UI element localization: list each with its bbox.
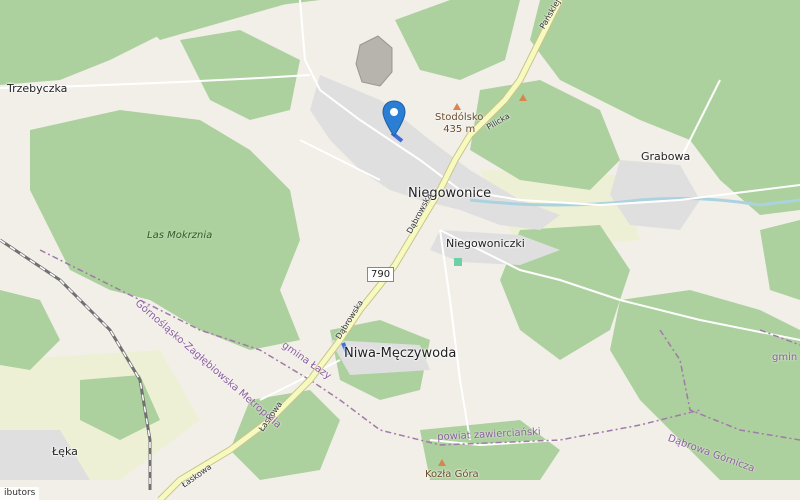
forest-label-las-mokrznia: Las Mokrznia: [147, 230, 213, 241]
place-label-niwa-meczywoda: Niwa-Męczywoda: [344, 346, 457, 361]
map-view[interactable]: Trzebyczka Niegowonice Niegowoniczki Gra…: [0, 0, 800, 500]
peak-label-stodolsko: Stodólsko 435 m: [435, 112, 483, 136]
peak-label-kozla-gora: Kozła Góra: [425, 469, 479, 480]
admin-label-gmina-edge: gmin: [772, 352, 798, 363]
peak-name: Stodólsko: [435, 112, 484, 123]
map-pin-icon[interactable]: [381, 100, 407, 138]
place-label-grabowa: Grabowa: [641, 150, 691, 163]
place-label-niegowonice: Niegowonice: [408, 186, 492, 201]
pond: [454, 258, 462, 266]
map-base[interactable]: [0, 0, 800, 500]
peak-elevation: 435 m: [443, 124, 476, 135]
route-shield-790: 790: [367, 267, 395, 282]
place-label-trzebyczka: Trzebyczka: [7, 82, 68, 95]
place-label-leka: Łęka: [52, 445, 78, 458]
map-attribution[interactable]: ibutors: [0, 487, 40, 500]
place-label-niegowoniczki: Niegowoniczki: [446, 237, 525, 250]
